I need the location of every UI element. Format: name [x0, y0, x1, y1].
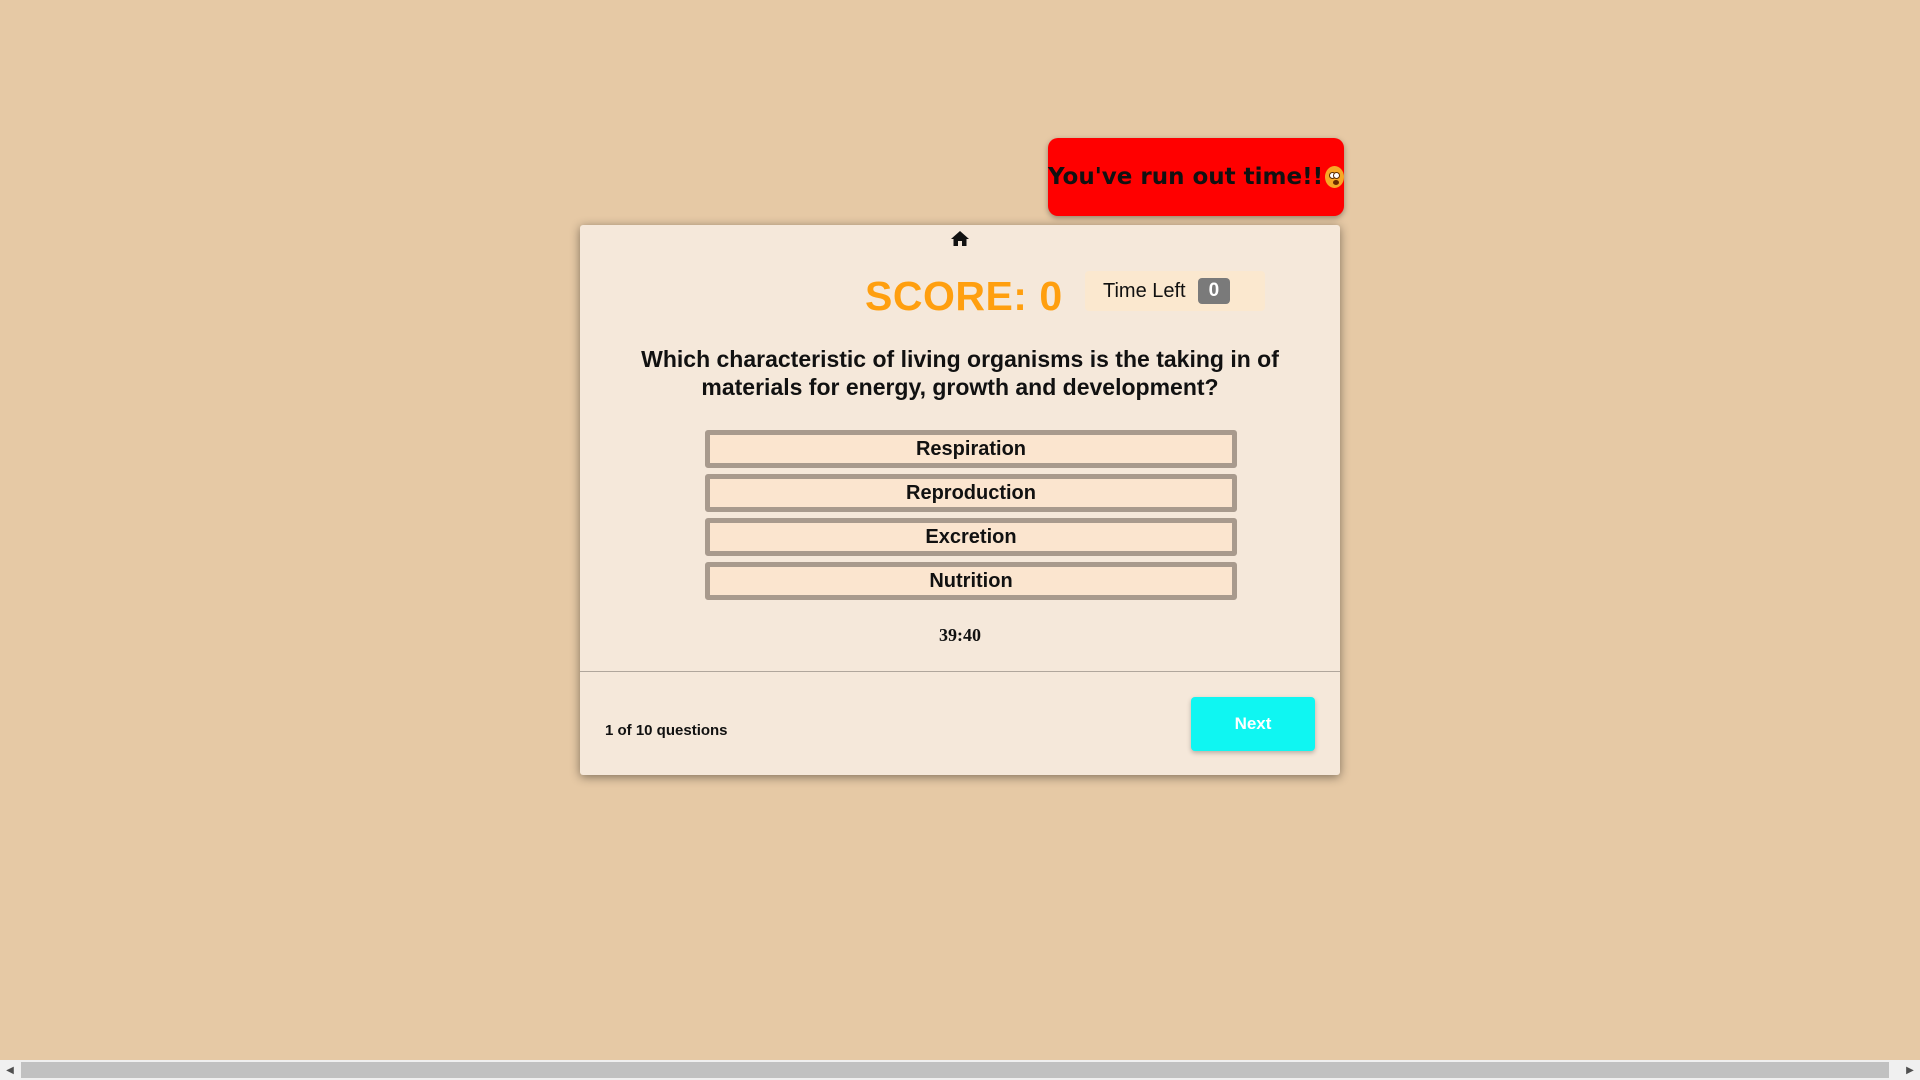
footer-divider: [580, 671, 1340, 672]
next-button[interactable]: Next: [1191, 697, 1315, 751]
home-icon[interactable]: [950, 229, 970, 249]
option-excretion[interactable]: Excretion: [705, 518, 1237, 556]
scroll-right-arrow-icon[interactable]: ▶: [1900, 1060, 1920, 1080]
horizontal-scrollbar[interactable]: ◀ ▶: [0, 1060, 1920, 1080]
countdown-timer: 39:40: [939, 625, 981, 645]
scroll-left-arrow-icon[interactable]: ◀: [0, 1060, 20, 1080]
quiz-card: SCORE: 0 Time Left 0 Which characteristi…: [580, 225, 1340, 775]
timeout-toast: You've run out time!!: [1048, 138, 1344, 216]
astonished-face-icon: [1325, 166, 1344, 188]
time-left-label: Time Left: [1103, 279, 1186, 302]
score-display: SCORE: 0: [865, 273, 1063, 319]
time-left-box: Time Left 0: [1085, 271, 1265, 311]
option-respiration[interactable]: Respiration: [705, 430, 1237, 468]
toast-message: You've run out time!!: [1048, 164, 1324, 190]
option-reproduction[interactable]: Reproduction: [705, 474, 1237, 512]
quiz-page: You've run out time!! SCORE: 0 Time Left…: [0, 0, 1920, 1080]
question-text: Which characteristic of living organisms…: [641, 346, 1279, 400]
time-left-badge: 0: [1197, 278, 1231, 304]
answer-options: Respiration Reproduction Excretion Nutri…: [705, 430, 1237, 606]
option-nutrition[interactable]: Nutrition: [705, 562, 1237, 600]
scrollbar-thumb[interactable]: [21, 1062, 1889, 1078]
question-counter: 1 of 10 questions: [605, 722, 728, 739]
